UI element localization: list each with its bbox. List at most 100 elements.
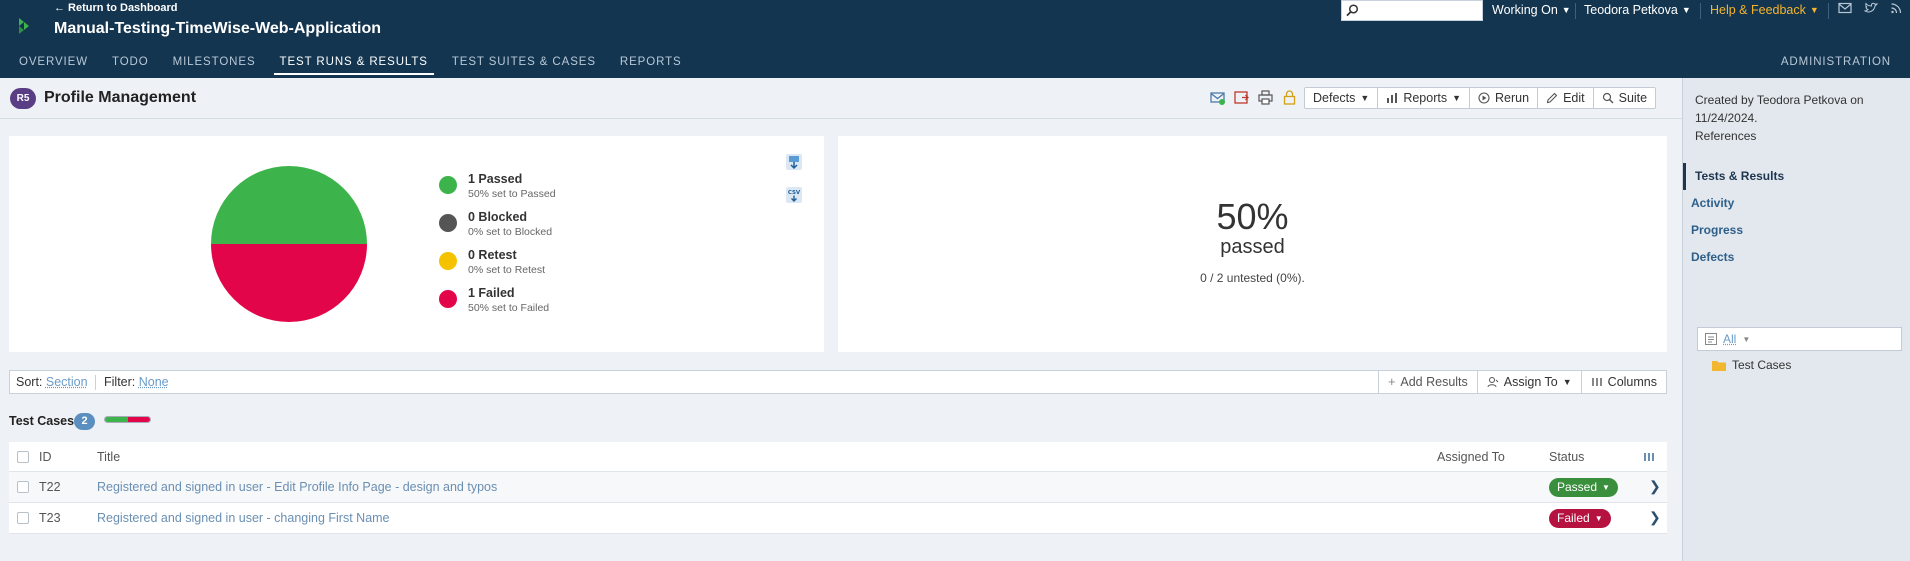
add-results-label: Add Results	[1400, 375, 1467, 389]
filter-value[interactable]: None	[139, 375, 169, 389]
defects-dropdown[interactable]: Defects ▼	[1305, 88, 1378, 108]
search-box[interactable]	[1341, 0, 1483, 21]
sidebar-item-activity[interactable]: Activity	[1683, 190, 1910, 217]
assign-to-dropdown[interactable]: Assign To ▼	[1477, 371, 1581, 393]
print-icon[interactable]	[1258, 90, 1273, 105]
export-csv-icon[interactable]: CSV	[785, 186, 803, 204]
pencil-icon	[1546, 92, 1558, 104]
sort-label: Sort:	[16, 375, 42, 389]
select-all-checkbox[interactable]	[17, 451, 29, 463]
user-menu[interactable]: Teodora Petkova ▼	[1584, 3, 1691, 17]
top-header: ← Return to Dashboard Manual-Testing-Tim…	[0, 0, 1910, 78]
bar-chart-icon	[1386, 92, 1398, 104]
legend-dot	[439, 252, 457, 270]
sidebar-item-progress[interactable]: Progress	[1683, 217, 1910, 244]
folder-icon	[1712, 360, 1726, 371]
nav-tab-test-suites-cases[interactable]: TEST SUITES & CASES	[440, 53, 608, 78]
menu-divider	[1700, 3, 1701, 19]
chevron-right-icon[interactable]: ❯	[1649, 509, 1661, 526]
filter-control[interactable]: Filter: None	[104, 375, 169, 389]
help-feedback-menu[interactable]: Help & Feedback ▼	[1710, 3, 1819, 17]
nav-tab-todo[interactable]: TODO	[100, 53, 161, 78]
edit-button[interactable]: Edit	[1538, 88, 1594, 108]
administration-link[interactable]: ADMINISTRATION	[1781, 53, 1891, 71]
nav-tab-reports[interactable]: REPORTS	[608, 53, 694, 78]
main-nav: OVERVIEW TODO MILESTONES TEST RUNS & RES…	[0, 53, 694, 78]
suite-button[interactable]: Suite	[1594, 88, 1656, 108]
working-on-menu[interactable]: Working On ▼	[1492, 3, 1571, 17]
twitter-icon[interactable]	[1864, 2, 1878, 14]
sidebar-item-tests-results[interactable]: Tests & Results	[1683, 163, 1910, 190]
right-sidebar: Created by Teodora Petkova on 11/24/2024…	[1682, 78, 1910, 561]
tree-filter-dropdown[interactable]: All ▼	[1697, 327, 1902, 351]
status-label: Passed	[1557, 478, 1597, 497]
column-header-assigned-to[interactable]: Assigned To	[1437, 450, 1505, 464]
defects-label: Defects	[1313, 91, 1355, 105]
add-results-button[interactable]: + Add Results	[1378, 371, 1477, 393]
plus-icon: +	[1388, 375, 1395, 389]
legend-label: 1 Passed	[468, 172, 522, 186]
sort-control[interactable]: Sort: Section	[16, 375, 88, 389]
test-cases-table: ID Title Assigned To Status T22 Register…	[9, 442, 1667, 534]
progress-passed-segment	[105, 417, 128, 422]
export-image-icon[interactable]	[785, 153, 803, 171]
column-header-title[interactable]: Title	[97, 450, 120, 464]
rss-icon[interactable]	[1890, 2, 1904, 14]
column-settings-icon[interactable]	[1643, 451, 1655, 463]
search-input[interactable]	[1364, 3, 1479, 18]
user-name: Teodora Petkova	[1584, 3, 1678, 17]
run-id-badge: R5	[10, 88, 36, 109]
return-to-dashboard-link[interactable]: ← Return to Dashboard	[54, 2, 177, 14]
chevron-down-icon: ▼	[1682, 5, 1691, 15]
status-dropdown[interactable]: Passed ▼	[1549, 478, 1618, 497]
project-title: Manual-Testing-TimeWise-Web-Application	[54, 20, 381, 38]
pass-rate-panel: 50% passed 0 / 2 untested (0%).	[838, 136, 1667, 352]
row-checkbox[interactable]	[17, 512, 29, 524]
nav-tab-milestones[interactable]: MILESTONES	[161, 53, 268, 78]
magnifier-icon	[1602, 92, 1614, 104]
sort-filter-bar: Sort: Section Filter: None + Add Results …	[9, 370, 1667, 394]
tree-item-test-cases[interactable]: Test Cases	[1712, 358, 1791, 372]
legend-dot	[439, 176, 457, 194]
pass-percentage-label: passed	[838, 236, 1667, 259]
chevron-down-icon: ▼	[1742, 335, 1750, 344]
test-title-link[interactable]: Registered and signed in user - changing…	[97, 511, 390, 525]
legend-subtext: 0% set to Retest	[468, 264, 545, 276]
sort-value[interactable]: Section	[46, 375, 88, 389]
menu-divider	[1575, 3, 1576, 19]
nav-tab-test-runs-results[interactable]: TEST RUNS & RESULTS	[268, 53, 440, 78]
legend-subtext: 0% set to Blocked	[468, 226, 552, 238]
status-dropdown[interactable]: Failed ▼	[1549, 509, 1611, 528]
legend-subtext: 50% set to Failed	[468, 302, 549, 314]
table-row[interactable]: T23 Registered and signed in user - chan…	[9, 503, 1667, 534]
test-title-link[interactable]: Registered and signed in user - Edit Pro…	[97, 480, 497, 494]
chevron-right-icon[interactable]: ❯	[1649, 478, 1661, 495]
status-pie-chart	[210, 165, 368, 323]
legend-label: 1 Failed	[468, 286, 515, 300]
lock-icon[interactable]	[1282, 90, 1297, 105]
untested-summary: 0 / 2 untested (0%).	[838, 271, 1667, 285]
reports-dropdown[interactable]: Reports ▼	[1378, 88, 1470, 108]
columns-label: Columns	[1608, 375, 1657, 389]
created-by-text: Created by Teodora Petkova on	[1695, 91, 1900, 109]
test-id: T22	[39, 480, 61, 494]
sidebar-item-defects[interactable]: Defects	[1683, 244, 1910, 271]
rerun-button[interactable]: Rerun	[1470, 88, 1538, 108]
status-chart-panel: 1 Passed 50% set to Passed 0 Blocked 0% …	[9, 136, 824, 352]
column-header-id[interactable]: ID	[39, 450, 52, 464]
table-row[interactable]: T22 Registered and signed in user - Edit…	[9, 472, 1667, 503]
testrail-logo-icon[interactable]	[17, 16, 31, 34]
email-report-icon[interactable]	[1210, 90, 1225, 105]
row-checkbox[interactable]	[17, 481, 29, 493]
table-header-row: ID Title Assigned To Status	[9, 442, 1667, 472]
column-header-status[interactable]: Status	[1549, 450, 1584, 464]
close-run-icon[interactable]	[1234, 90, 1249, 105]
mail-icon[interactable]	[1838, 2, 1852, 14]
columns-button[interactable]: Columns	[1581, 371, 1666, 393]
section-progress-bar	[104, 416, 151, 423]
nav-tab-overview[interactable]: OVERVIEW	[0, 53, 100, 78]
legend-label: 0 Retest	[468, 248, 517, 262]
filter-list-icon	[1705, 333, 1717, 345]
filter-label: Filter:	[104, 375, 135, 389]
chevron-down-icon: ▼	[1562, 5, 1571, 15]
